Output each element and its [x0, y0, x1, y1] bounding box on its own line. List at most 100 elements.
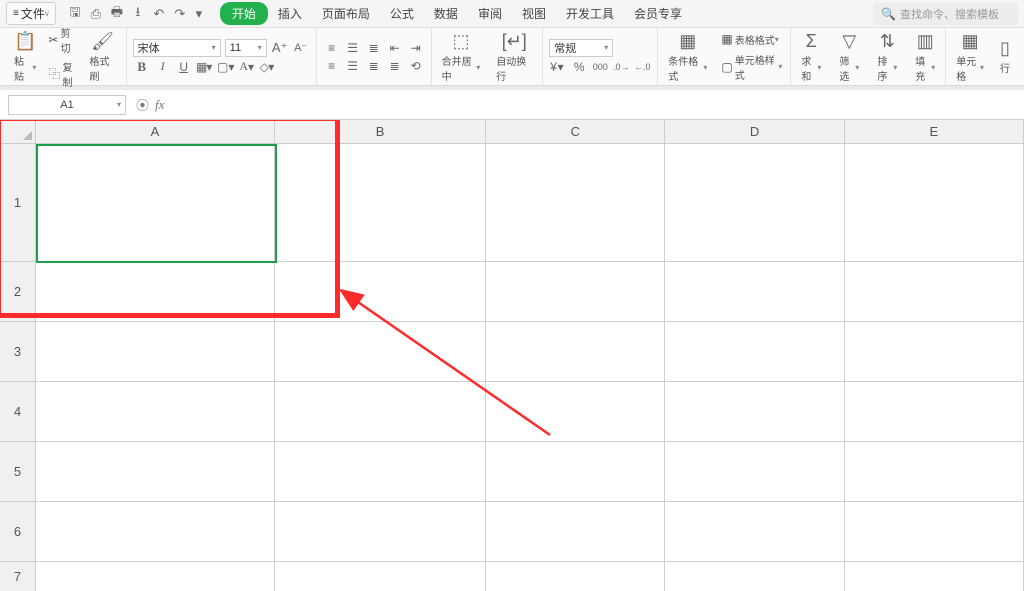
row-header-1[interactable]: 1	[0, 144, 36, 262]
cell-E7[interactable]	[845, 562, 1024, 591]
cell-C7[interactable]	[486, 562, 665, 591]
search-input[interactable]: 🔍 查找命令、搜索模板	[873, 3, 1018, 25]
row-header-7[interactable]: 7	[0, 562, 36, 591]
row-header-3[interactable]: 3	[0, 322, 36, 382]
file-menu-button[interactable]: ≡ 文件 v	[6, 2, 56, 25]
cell-E1[interactable]	[845, 144, 1024, 262]
cut-button[interactable]: ✂剪切	[46, 24, 79, 56]
format-painter-button[interactable]: 🖌 格式刷	[86, 32, 120, 81]
align-center-icon[interactable]: ☰	[344, 58, 362, 74]
cell-E5[interactable]	[845, 442, 1024, 502]
export-icon[interactable]: ⭳	[129, 5, 147, 23]
currency-icon[interactable]: ¥▾	[549, 59, 567, 75]
copy-button[interactable]: ⿻复制	[46, 58, 79, 90]
column-header-A[interactable]: A	[36, 120, 275, 144]
tab-start[interactable]: 开始	[220, 2, 268, 25]
filter-button[interactable]: ▽筛选▾	[835, 32, 863, 81]
font-color-button[interactable]: A▾	[238, 59, 256, 75]
cell-A5[interactable]	[36, 442, 275, 502]
cell-C6[interactable]	[486, 502, 665, 562]
italic-button[interactable]: I	[154, 59, 172, 75]
cell-D7[interactable]	[665, 562, 844, 591]
decrease-decimal-icon[interactable]: ←.0	[633, 59, 651, 75]
wrap-text-button[interactable]: [↵] 自动换行	[492, 32, 536, 81]
fill-color-button[interactable]: ▢▾	[217, 59, 235, 75]
column-header-D[interactable]: D	[665, 120, 844, 144]
increase-indent-icon[interactable]: ⇥	[407, 40, 425, 56]
chevron-down-icon[interactable]: ▾	[190, 5, 208, 23]
row-header-2[interactable]: 2	[0, 262, 36, 322]
orientation-icon[interactable]: ⟲	[407, 58, 425, 74]
column-header-C[interactable]: C	[486, 120, 665, 144]
row-col-button[interactable]: ▯行	[996, 32, 1014, 81]
column-header-E[interactable]: E	[845, 120, 1024, 144]
cell-style-button[interactable]: ▢单元格样式▾	[719, 51, 784, 83]
cell-D3[interactable]	[665, 322, 844, 382]
cell-C5[interactable]	[486, 442, 665, 502]
justify-icon[interactable]: ≣	[386, 58, 404, 74]
cell-B5[interactable]	[275, 442, 486, 502]
cell-D2[interactable]	[665, 262, 844, 322]
row-header-4[interactable]: 4	[0, 382, 36, 442]
cell-B7[interactable]	[275, 562, 486, 591]
cell-C4[interactable]	[486, 382, 665, 442]
borders-button[interactable]: ▦▾	[196, 59, 214, 75]
tab-data[interactable]: 数据	[424, 1, 468, 26]
tab-layout[interactable]: 页面布局	[312, 1, 380, 26]
cell-D4[interactable]	[665, 382, 844, 442]
cell-A2[interactable]	[36, 262, 275, 322]
cell-D5[interactable]	[665, 442, 844, 502]
decrease-indent-icon[interactable]: ⇤	[386, 40, 404, 56]
bold-button[interactable]: B	[133, 59, 151, 75]
row-header-6[interactable]: 6	[0, 502, 36, 562]
cell-E2[interactable]	[845, 262, 1024, 322]
cell-B4[interactable]	[275, 382, 486, 442]
cell-E4[interactable]	[845, 382, 1024, 442]
tab-member[interactable]: 会员专享	[624, 1, 692, 26]
cond-format-button[interactable]: ▦ 条件格式▾	[664, 32, 711, 81]
comma-icon[interactable]: 000	[591, 59, 609, 75]
fill-button[interactable]: ▥填充▾	[911, 32, 939, 81]
align-top-icon[interactable]: ≡	[323, 40, 341, 56]
cell-E3[interactable]	[845, 322, 1024, 382]
cell-B2[interactable]	[275, 262, 486, 322]
tab-review[interactable]: 审阅	[468, 1, 512, 26]
cell-B3[interactable]	[275, 322, 486, 382]
cell-C3[interactable]	[486, 322, 665, 382]
formula-bar[interactable]: ⦿ fx	[136, 95, 164, 114]
cell-format-button[interactable]: ▦单元格▾	[952, 32, 988, 81]
cell-D6[interactable]	[665, 502, 844, 562]
select-all-corner[interactable]	[0, 120, 36, 144]
align-middle-icon[interactable]: ☰	[344, 40, 362, 56]
cell-B1[interactable]	[275, 144, 486, 262]
align-bottom-icon[interactable]: ≣	[365, 40, 383, 56]
underline-button[interactable]: U	[175, 59, 193, 75]
font-size-select[interactable]: 11▾	[225, 39, 267, 57]
redo-icon[interactable]: ↷	[171, 5, 189, 23]
sort-button[interactable]: ⇅排序▾	[873, 32, 901, 81]
cell-B6[interactable]	[275, 502, 486, 562]
tab-insert[interactable]: 插入	[268, 1, 312, 26]
font-name-select[interactable]: 宋体▾	[133, 39, 221, 57]
clear-format-button[interactable]: ◇▾	[259, 59, 277, 75]
tab-view[interactable]: 视图	[512, 1, 556, 26]
align-left-icon[interactable]: ≡	[323, 58, 341, 74]
paste-button[interactable]: 📋 粘贴▾	[10, 32, 40, 81]
print-preview-icon[interactable]: ⎙	[87, 5, 105, 23]
cell-C1[interactable]	[486, 144, 665, 262]
column-header-B[interactable]: B	[275, 120, 486, 144]
cell-A1[interactable]	[36, 144, 275, 262]
table-style-button[interactable]: ▦表格格式▾	[719, 31, 784, 48]
percent-icon[interactable]: %	[570, 59, 588, 75]
name-box[interactable]: A1 ▾	[8, 95, 126, 115]
cell-C2[interactable]	[486, 262, 665, 322]
cells-area[interactable]	[36, 144, 1024, 591]
shrink-font-icon[interactable]: A⁻	[292, 40, 310, 56]
save-icon[interactable]: 🖫	[66, 5, 84, 23]
cell-A7[interactable]	[36, 562, 275, 591]
sum-button[interactable]: Σ求和▾	[797, 32, 825, 81]
cell-A4[interactable]	[36, 382, 275, 442]
merge-center-button[interactable]: ⬚ 合并居中▾	[438, 32, 485, 81]
cell-A3[interactable]	[36, 322, 275, 382]
number-format-select[interactable]: 常规▾	[549, 39, 613, 57]
